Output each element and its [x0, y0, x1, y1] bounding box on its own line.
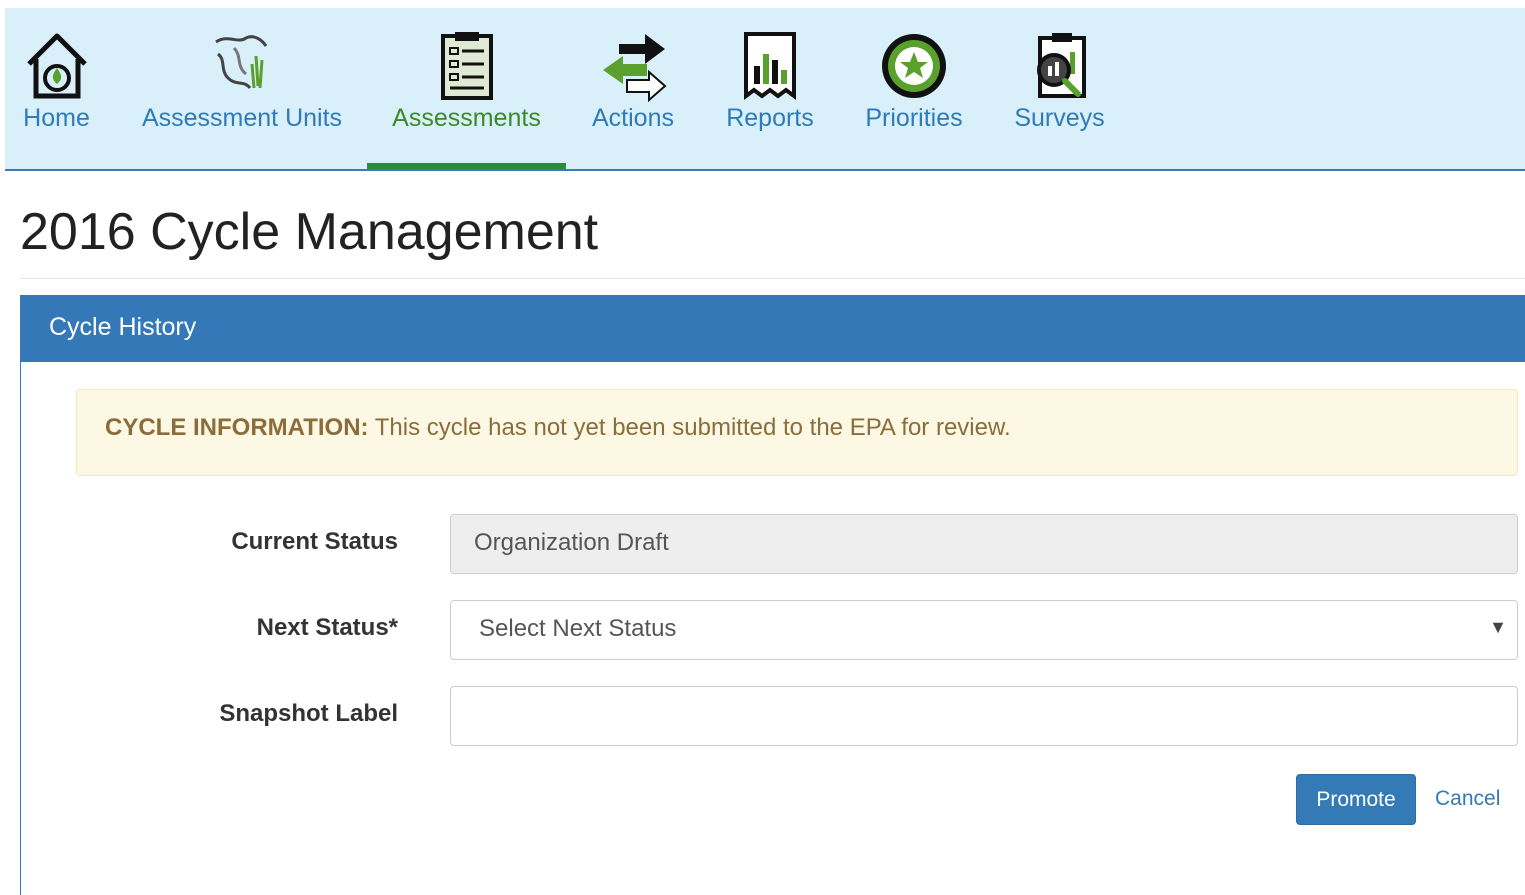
nav-item-assessments[interactable]: Assessments — [367, 8, 566, 169]
alert-text: CYCLE INFORMATION: This cycle has not ye… — [105, 414, 1011, 442]
alert-heading: CYCLE INFORMATION: — [105, 414, 369, 441]
priorities-icon — [882, 34, 946, 98]
nav-label: Home — [23, 104, 90, 132]
cancel-link[interactable]: Cancel — [1435, 787, 1500, 811]
cycle-information-alert: CYCLE INFORMATION: This cycle has not ye… — [76, 389, 1518, 476]
next-status-selected-value: Select Next Status — [479, 615, 677, 642]
nav-item-home[interactable]: Home — [19, 8, 94, 169]
divider — [20, 278, 1525, 279]
nav-label: Assessments — [392, 104, 541, 132]
assessments-icon — [440, 32, 493, 100]
home-icon — [26, 33, 87, 99]
current-status-field: Organization Draft — [450, 514, 1518, 574]
nav-item-actions[interactable]: Actions — [591, 8, 675, 169]
next-status-label: Next Status* — [256, 614, 398, 641]
top-navigation: Home Assessment Units Assessments Action… — [5, 8, 1525, 171]
caret-down-icon: ▼ — [1489, 617, 1507, 637]
nav-label: Actions — [592, 104, 674, 132]
nav-label: Priorities — [865, 104, 963, 132]
nav-item-reports[interactable]: Reports — [725, 8, 815, 169]
assessment-units-icon — [215, 35, 268, 90]
page-title: 2016 Cycle Management — [20, 203, 599, 261]
panel-title: Cycle History — [49, 313, 197, 341]
nav-label: Reports — [726, 104, 814, 132]
alert-message: This cycle has not yet been submitted to… — [368, 414, 1011, 441]
snapshot-label-label: Snapshot Label — [219, 700, 398, 727]
nav-item-assessment-units[interactable]: Assessment Units — [140, 8, 344, 169]
snapshot-label-input[interactable] — [450, 686, 1518, 746]
nav-label: Assessment Units — [141, 104, 343, 132]
nav-item-surveys[interactable]: Surveys — [1013, 8, 1106, 169]
nav-label: Surveys — [1014, 104, 1105, 132]
panel-heading: Cycle History — [21, 295, 1525, 362]
current-status-label: Current Status — [231, 528, 398, 555]
nav-item-priorities[interactable]: Priorities — [864, 8, 964, 169]
surveys-icon — [1036, 33, 1086, 98]
cycle-history-panel: Cycle History CYCLE INFORMATION: This cy… — [20, 295, 1525, 895]
reports-icon — [744, 32, 796, 100]
current-status-value: Organization Draft — [474, 529, 669, 556]
next-status-select[interactable]: Select Next Status ▼ — [450, 600, 1518, 660]
promote-button[interactable]: Promote — [1296, 774, 1416, 825]
actions-icon — [603, 34, 667, 102]
